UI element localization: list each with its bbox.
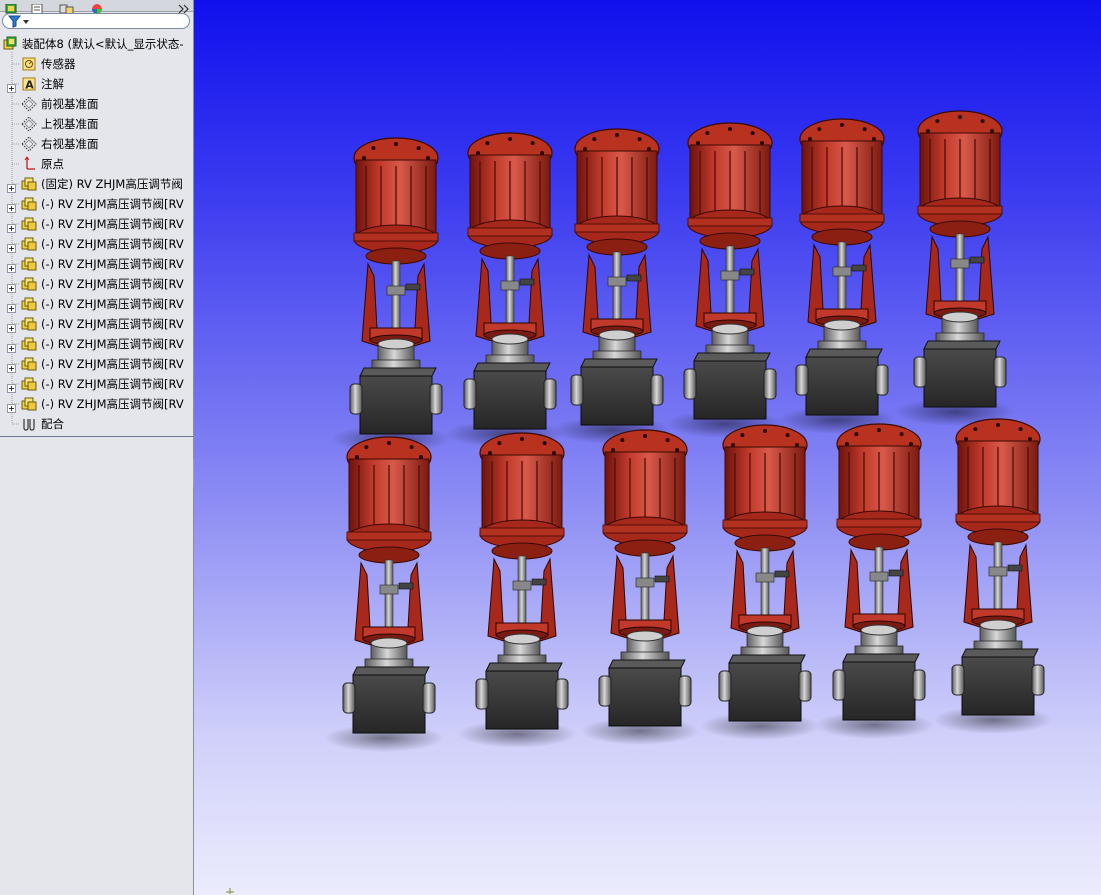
tree-item-2[interactable]: A 注解 [0, 74, 193, 94]
expand-plus-icon[interactable] [7, 339, 16, 353]
tree-item-label: (-) RV ZHJM高压调节阀[RV [41, 197, 184, 211]
annotation-icon: A [21, 76, 37, 92]
part-icon [21, 296, 37, 312]
tree-item-label: 上视基准面 [41, 117, 99, 131]
tree-item-label: (-) RV ZHJM高压调节阀[RV [41, 337, 184, 351]
assembly-icon [2, 36, 18, 52]
part-icon [21, 256, 37, 272]
part-icon [21, 396, 37, 412]
tree-item-7[interactable]: (固定) RV ZHJM高压调节阀 [0, 174, 193, 194]
tree-item-12[interactable]: (-) RV ZHJM高压调节阀[RV [0, 274, 193, 294]
tree-item-label: 原点 [41, 157, 64, 171]
tree-item-10[interactable]: (-) RV ZHJM高压调节阀[RV [0, 234, 193, 254]
valve-model[interactable] [331, 137, 451, 453]
tree-item-label: 注解 [41, 77, 64, 91]
plane-icon [21, 116, 37, 132]
expand-plus-icon[interactable] [7, 79, 16, 93]
valve-model[interactable] [700, 424, 820, 740]
part-icon [21, 316, 37, 332]
tree-item-19[interactable]: 配合 [0, 414, 193, 434]
valve-model[interactable] [457, 432, 577, 748]
expand-plus-icon[interactable] [7, 319, 16, 333]
tree-item-3[interactable]: 前视基准面 [0, 94, 193, 114]
tree-item-label: (固定) RV ZHJM高压调节阀 [41, 177, 183, 191]
part-icon [21, 356, 37, 372]
expand-plus-icon[interactable] [7, 379, 16, 393]
sensor-icon [21, 56, 37, 72]
expand-plus-icon[interactable] [7, 359, 16, 373]
tree-item-label: (-) RV ZHJM高压调节阀[RV [41, 257, 184, 271]
valve-model[interactable] [580, 429, 700, 745]
expand-plus-icon[interactable] [7, 179, 16, 193]
tree-item-5[interactable]: 右视基准面 [0, 134, 193, 154]
part-icon [21, 196, 37, 212]
tree-item-17[interactable]: (-) RV ZHJM高压调节阀[RV [0, 374, 193, 394]
valve-model[interactable] [933, 418, 1053, 734]
tree-item-13[interactable]: (-) RV ZHJM高压调节阀[RV [0, 294, 193, 314]
expand-plus-icon[interactable] [7, 299, 16, 313]
valve-model[interactable] [895, 110, 1015, 426]
tree-item-label: 配合 [41, 417, 64, 431]
tree-item-label: 传感器 [41, 57, 76, 71]
tree-item-label: (-) RV ZHJM高压调节阀[RV [41, 377, 184, 391]
tree-item-label: (-) RV ZHJM高压调节阀[RV [41, 277, 184, 291]
configuration-manager-tab-icon[interactable] [57, 0, 77, 15]
tree-item-label: 右视基准面 [41, 137, 99, 151]
tree-item-6[interactable]: 原点 [0, 154, 193, 174]
feature-manager-tab-icon[interactable] [2, 0, 22, 14]
valve-model[interactable] [777, 118, 897, 434]
filter-icon[interactable] [8, 15, 30, 28]
expand-plus-icon[interactable] [7, 219, 16, 233]
coordinate-triad-icon [226, 888, 234, 894]
panel-tab-bar [0, 0, 193, 15]
tree-item-9[interactable]: (-) RV ZHJM高压调节阀[RV [0, 214, 193, 234]
expand-panel-icon[interactable] [173, 0, 193, 14]
plane-icon [21, 96, 37, 112]
tree-item-label: 装配体8 (默认<默认_显示状态- [22, 37, 184, 51]
part-icon [21, 376, 37, 392]
tree-item-root-assembly[interactable]: 装配体8 (默认<默认_显示状态- [0, 34, 193, 54]
feature-manager-panel: 装配体8 (默认<默认_显示状态- 传感器 A 注解前视基准面上视基准面右视基准面原点… [0, 0, 194, 895]
tree-item-label: (-) RV ZHJM高压调节阀[RV [41, 237, 184, 251]
part-icon [21, 216, 37, 232]
tree-item-11[interactable]: (-) RV ZHJM高压调节阀[RV [0, 254, 193, 274]
display-manager-tab-icon[interactable] [87, 0, 107, 14]
expand-plus-icon[interactable] [7, 279, 16, 293]
mates-icon [21, 416, 37, 432]
tree-item-label: (-) RV ZHJM高压调节阀[RV [41, 397, 184, 411]
part-icon [21, 176, 37, 192]
property-manager-tab-icon[interactable] [27, 0, 47, 15]
valve-model[interactable] [552, 128, 672, 444]
origin-icon [21, 156, 37, 172]
valve-model[interactable] [324, 436, 444, 752]
part-icon [21, 236, 37, 252]
valve-model[interactable] [814, 423, 934, 739]
tree-item-1[interactable]: 传感器 [0, 54, 193, 74]
tree-item-4[interactable]: 上视基准面 [0, 114, 193, 134]
part-icon [21, 336, 37, 352]
tree-filter-input[interactable] [2, 13, 190, 29]
tree-divider [0, 436, 193, 437]
expand-plus-icon[interactable] [7, 239, 16, 253]
part-icon [21, 276, 37, 292]
tree-item-label: 前视基准面 [41, 97, 99, 111]
tree-item-18[interactable]: (-) RV ZHJM高压调节阀[RV [0, 394, 193, 414]
valve-model[interactable] [445, 132, 565, 448]
tree-item-15[interactable]: (-) RV ZHJM高压调节阀[RV [0, 334, 193, 354]
tree-item-8[interactable]: (-) RV ZHJM高压调节阀[RV [0, 194, 193, 214]
graphics-area[interactable] [194, 0, 1101, 895]
tree-item-label: (-) RV ZHJM高压调节阀[RV [41, 297, 184, 311]
tree-item-label: (-) RV ZHJM高压调节阀[RV [41, 357, 184, 371]
expand-plus-icon[interactable] [7, 259, 16, 273]
valve-model[interactable] [665, 122, 785, 438]
tree-item-label: (-) RV ZHJM高压调节阀[RV [41, 217, 184, 231]
tree-item-14[interactable]: (-) RV ZHJM高压调节阀[RV [0, 314, 193, 334]
expand-plus-icon[interactable] [7, 199, 16, 213]
assembly-scene[interactable] [194, 0, 1101, 895]
svg-text:A: A [25, 79, 34, 92]
tree-item-label: (-) RV ZHJM高压调节阀[RV [41, 317, 184, 331]
plane-icon [21, 136, 37, 152]
expand-plus-icon[interactable] [7, 399, 16, 413]
tree-item-16[interactable]: (-) RV ZHJM高压调节阀[RV [0, 354, 193, 374]
